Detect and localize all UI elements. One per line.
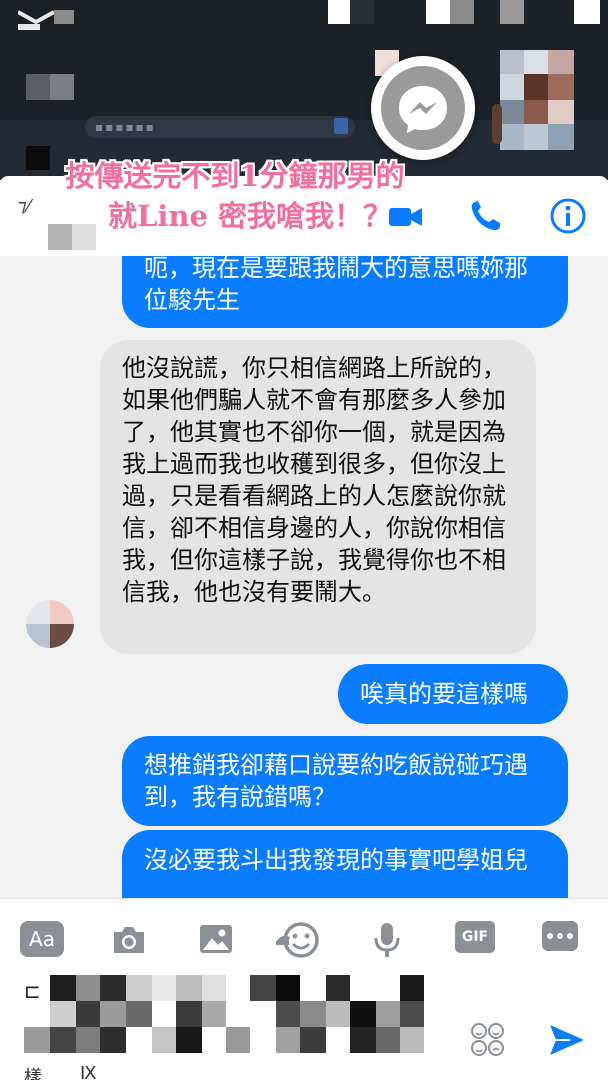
message-bubble-incoming[interactable]: 他沒說謊，你只相信網路上所說的，如果他們騙人就不會有那麼多人參加了，他其實也不卻… — [100, 340, 536, 654]
message-text: 呃，現在是要跟我鬧大的意思嗎妳那位駿先生 — [144, 256, 528, 314]
blurred-app-icon — [334, 118, 348, 134]
blurred-search-text: ▪▪▪▪▪▪ — [95, 120, 156, 134]
censored-block — [500, 100, 524, 124]
message-bubble-outgoing[interactable]: 想推銷我卻藉口說要約吃飯說碰巧遇到，我有說錯嗎？ — [122, 736, 568, 826]
censored-block — [524, 100, 548, 124]
censored-block — [524, 124, 548, 150]
video-call-icon[interactable] — [388, 196, 424, 236]
censored-block — [500, 50, 524, 74]
censored-block — [492, 104, 502, 144]
message-bubble-outgoing[interactable]: 呃，現在是要跟我鬧大的意思嗎妳那位駿先生 — [122, 256, 568, 328]
image-icon[interactable] — [198, 921, 234, 959]
mail-status-icon — [18, 10, 74, 30]
avatar[interactable] — [26, 600, 74, 648]
message-text: 想推銷我卻藉口說要約吃飯說碰巧遇到，我有說錯嗎？ — [144, 751, 528, 811]
text-format-button[interactable]: Aa — [20, 921, 64, 957]
censored-block — [500, 0, 524, 24]
censored-block — [350, 0, 374, 24]
phone-icon[interactable] — [468, 196, 504, 236]
censored-block — [548, 124, 574, 150]
blurred-draft-char: ⊏ — [24, 979, 41, 1003]
censored-block — [524, 74, 548, 100]
censored-block — [328, 0, 350, 24]
message-text: 沒必要我斗出我發現的事實吧學姐兒 — [144, 846, 528, 874]
message-bubble-outgoing[interactable]: 沒必要我斗出我發現的事實吧學姐兒 — [122, 830, 568, 898]
emoji-icon[interactable] — [470, 1021, 506, 1059]
censored-block — [426, 0, 450, 24]
send-icon[interactable] — [548, 1023, 586, 1057]
censored-block — [548, 50, 574, 74]
message-bubble-outgoing[interactable]: 唉真的要這樣嗎 — [338, 664, 568, 724]
composer-bar: Aa GIF ⊏ 樣 Ⅸ — [0, 898, 608, 1080]
censored-block — [50, 74, 74, 100]
sticker-icon[interactable] — [274, 921, 320, 959]
microphone-icon[interactable] — [372, 921, 402, 959]
message-list[interactable]: 呃，現在是要跟我鬧大的意思嗎妳那位駿先生 他沒說謊，你只相信網路上所說的，如果他… — [0, 256, 608, 898]
gif-icon[interactable]: GIF — [455, 921, 495, 953]
censored-block — [524, 50, 548, 74]
messenger-icon — [381, 66, 465, 150]
camera-icon[interactable] — [110, 921, 148, 959]
more-icon[interactable] — [542, 921, 578, 951]
message-text: 唉真的要這樣嗎 — [360, 680, 528, 708]
censored-block — [500, 124, 524, 150]
censored-block — [548, 100, 574, 124]
censored-block — [548, 74, 574, 100]
gif-label: GIF — [461, 929, 489, 945]
info-icon[interactable] — [548, 196, 588, 236]
notification-shade-background: ▪▪▪▪▪▪ — [0, 0, 608, 180]
aa-label: Aa — [29, 927, 55, 951]
message-input[interactable]: ⊏ 樣 Ⅸ — [20, 971, 440, 1080]
messenger-chat-head[interactable] — [371, 56, 475, 160]
censored-block — [500, 74, 524, 100]
message-text: 他沒說謊，你只相信網路上所說的，如果他們騙人就不會有那麼多人參加了，他其實也不卻… — [122, 354, 506, 606]
censored-block — [26, 74, 50, 100]
censored-block — [574, 0, 600, 24]
censored-block — [450, 0, 474, 24]
caption-line-1: 按傳送完不到1分鐘那男的 — [65, 159, 405, 193]
